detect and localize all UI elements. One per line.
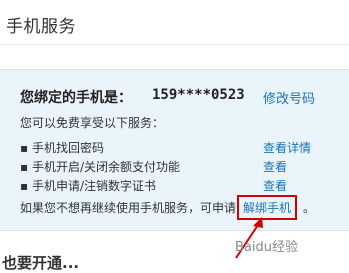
annotation-arrow-icon (235, 217, 263, 259)
watermark-logo: Baidu经验 (235, 240, 298, 255)
next-section-heading: 也要开通... (2, 254, 80, 272)
